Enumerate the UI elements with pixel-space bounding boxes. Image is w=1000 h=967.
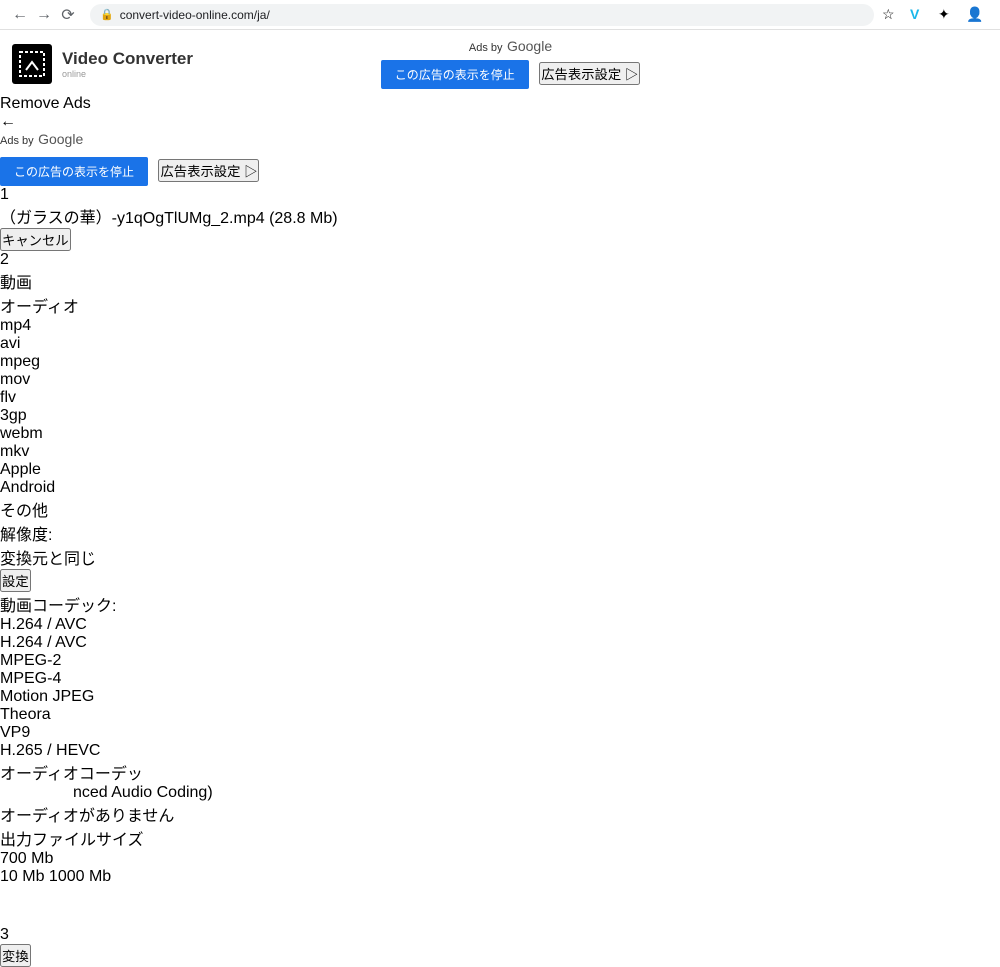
codec-option[interactable]: Theora (0, 706, 1000, 724)
resolution-label: 解像度: (0, 527, 52, 544)
fmt-other[interactable]: その他 (0, 497, 1000, 521)
tab-audio[interactable]: オーディオ (0, 293, 1000, 317)
ad-settings-button-top[interactable]: 広告表示設定 ▷ (539, 62, 640, 85)
cancel-button[interactable]: キャンセル (0, 228, 71, 251)
lock-icon: 🔒 (100, 8, 114, 21)
video-codec-select[interactable]: H.264 / AVC (0, 616, 1000, 634)
ad-settings-button-side[interactable]: 広告表示設定 ▷ (158, 159, 259, 182)
extension-icons: ☆ V ✦ 👤 (874, 6, 992, 24)
codec-option[interactable]: MPEG-4 (0, 670, 1000, 688)
slider-max: 1000 Mb (49, 868, 111, 885)
step-2: 2 動画 オーディオ mp4 avi mpeg mov flv 3gp webm… (0, 251, 1000, 886)
fmt-apple[interactable]: Apple (0, 461, 1000, 479)
logo-title: Video Converter (62, 49, 193, 69)
google-label: Google (507, 38, 552, 54)
audio-codec-label: オーディオコーデッ (0, 766, 143, 783)
filesize-label: 出力ファイルサイズ (0, 826, 1000, 850)
logo-subtitle: online (62, 69, 193, 79)
upload-progress: （ガラスの華）-y1qOgTlUMg_2.mp4 (28.8 Mb) (0, 204, 1000, 228)
fmt-avi[interactable]: avi (0, 335, 1000, 353)
fmt-webm[interactable]: webm (0, 425, 1000, 443)
codec-panel: 動画コーデック: H.264 / AVC H.264 / AVC MPEG-2 … (0, 592, 1000, 886)
file-name-label: （ガラスの華）-y1qOgTlUMg_2.mp4 (28.8 Mb) (0, 204, 1000, 228)
fmt-mov[interactable]: mov (0, 371, 1000, 389)
reload-button[interactable]: ⟳ (56, 3, 80, 27)
codec-option[interactable]: VP9 (0, 724, 1000, 742)
video-codec-label: 動画コーデック: (0, 598, 116, 615)
no-audio-label: オーディオがありません (0, 808, 174, 825)
browser-toolbar: ← → ⟳ 🔒 convert-video-online.com/ja/ ☆ V… (0, 0, 1000, 30)
vimeo-icon[interactable]: V (910, 6, 928, 24)
codec-option[interactable]: H.264 / AVC (0, 634, 1000, 652)
slider-min: 10 Mb (0, 868, 44, 885)
address-bar[interactable]: 🔒 convert-video-online.com/ja/ (90, 4, 874, 26)
filesize-slider[interactable]: 700 Mb (0, 850, 1000, 868)
audio-codec-select[interactable]: nced Audio Coding) (73, 784, 1000, 802)
logo-icon (12, 44, 52, 84)
fmt-3gp[interactable]: 3gp (0, 407, 1000, 425)
step-3-badge: 3 (0, 926, 1000, 944)
fmt-mpeg[interactable]: mpeg (0, 353, 1000, 371)
fmt-mp4[interactable]: mp4 (0, 317, 1000, 335)
format-bar: mp4 avi mpeg mov flv 3gp webm mkv Apple … (0, 317, 1000, 521)
resolution-row: 解像度: 変換元と同じ 設定 (0, 521, 1000, 592)
top-ad: Ads by Google この広告の表示を停止 広告表示設定 ▷ (381, 38, 640, 89)
ads-label: Ads by (469, 42, 503, 54)
step-1-badge: 1 (0, 186, 1000, 204)
forward-button[interactable]: → (32, 3, 56, 27)
convert-button[interactable]: 変換 (0, 944, 31, 967)
stop-ad-button-side[interactable]: この広告の表示を停止 (0, 157, 148, 186)
codec-option[interactable]: Motion JPEG (0, 688, 1000, 706)
settings-button[interactable]: 設定 (0, 569, 31, 592)
slider-value: 700 Mb (0, 850, 1000, 868)
resolution-select[interactable]: 変換元と同じ (0, 545, 1000, 569)
converter-panel: 1 （ガラスの華）-y1qOgTlUMg_2.mp4 (28.8 Mb) キャン… (0, 186, 1000, 967)
fmt-flv[interactable]: flv (0, 389, 1000, 407)
step-1: 1 （ガラスの華）-y1qOgTlUMg_2.mp4 (28.8 Mb) キャン… (0, 186, 1000, 251)
puzzle-icon[interactable]: ✦ (938, 6, 956, 24)
star-icon[interactable]: ☆ (882, 6, 900, 24)
header-row: Video Converter online Ads by Google この広… (0, 30, 1000, 95)
url-text: convert-video-online.com/ja/ (120, 8, 270, 22)
sidebar-ad: ← Ads by Google この広告の表示を停止 広告表示設定 ▷ (0, 113, 1000, 186)
main-content: ← Ads by Google この広告の表示を停止 広告表示設定 ▷ 1 （ガ… (0, 113, 1000, 967)
step-3: 3 変換 (0, 926, 1000, 967)
avatar-icon[interactable]: 👤 (966, 6, 984, 24)
tab-video[interactable]: 動画 (0, 269, 1000, 293)
stop-ad-button-top[interactable]: この広告の表示を停止 (381, 60, 529, 89)
back-button[interactable]: ← (8, 3, 32, 27)
remove-ads-link[interactable]: Remove Ads (0, 95, 1000, 113)
logo-block: Video Converter online (12, 44, 193, 84)
media-tabs: 動画 オーディオ (0, 269, 1000, 317)
step-2-badge: 2 (0, 251, 1000, 269)
fmt-mkv[interactable]: mkv (0, 443, 1000, 461)
filesize-slider-group: 出力ファイルサイズ 700 Mb 10 Mb 1000 Mb (0, 826, 1000, 886)
collapse-arrow-icon[interactable]: ← (0, 113, 1000, 131)
video-codec-dropdown[interactable]: H.264 / AVC MPEG-2 MPEG-4 Motion JPEG Th… (0, 634, 1000, 760)
codec-option[interactable]: H.265 / HEVC (0, 742, 1000, 760)
fmt-android[interactable]: Android (0, 479, 1000, 497)
codec-option[interactable]: MPEG-2 (0, 652, 1000, 670)
